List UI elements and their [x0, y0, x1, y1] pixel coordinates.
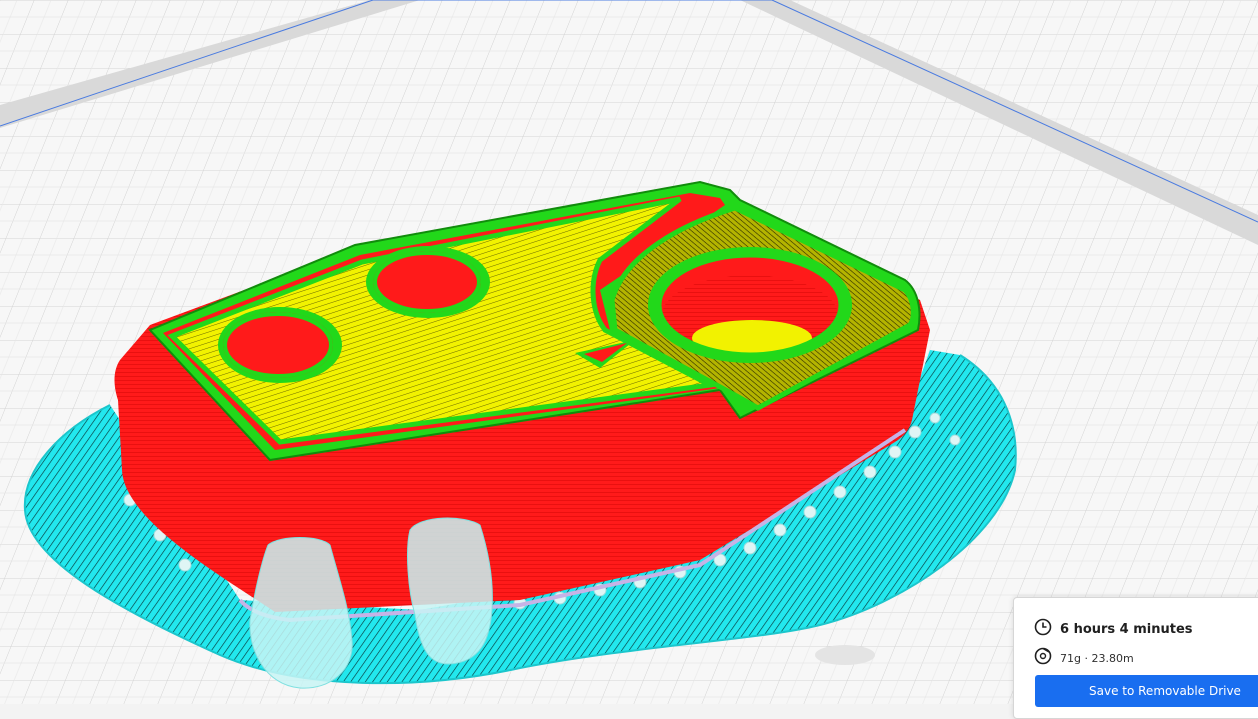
material-usage: 71g · 23.80m [1060, 651, 1134, 665]
print-time: 6 hours 4 minutes [1060, 621, 1193, 637]
hole-left [218, 307, 342, 383]
support-ghost-mark [815, 645, 875, 665]
hole-large [648, 247, 852, 363]
hole-middle [366, 246, 490, 318]
save-to-removable-drive-button[interactable]: Save to Removable Drive [1035, 675, 1258, 707]
print-info-panel: 6 hours 4 minutes 71g · 23.80m Save to R… [1013, 597, 1258, 719]
clock-icon [1034, 618, 1052, 640]
material-row: 71g · 23.80m [1034, 647, 1134, 669]
print-time-row: 6 hours 4 minutes [1034, 618, 1193, 640]
spool-icon [1034, 647, 1052, 669]
